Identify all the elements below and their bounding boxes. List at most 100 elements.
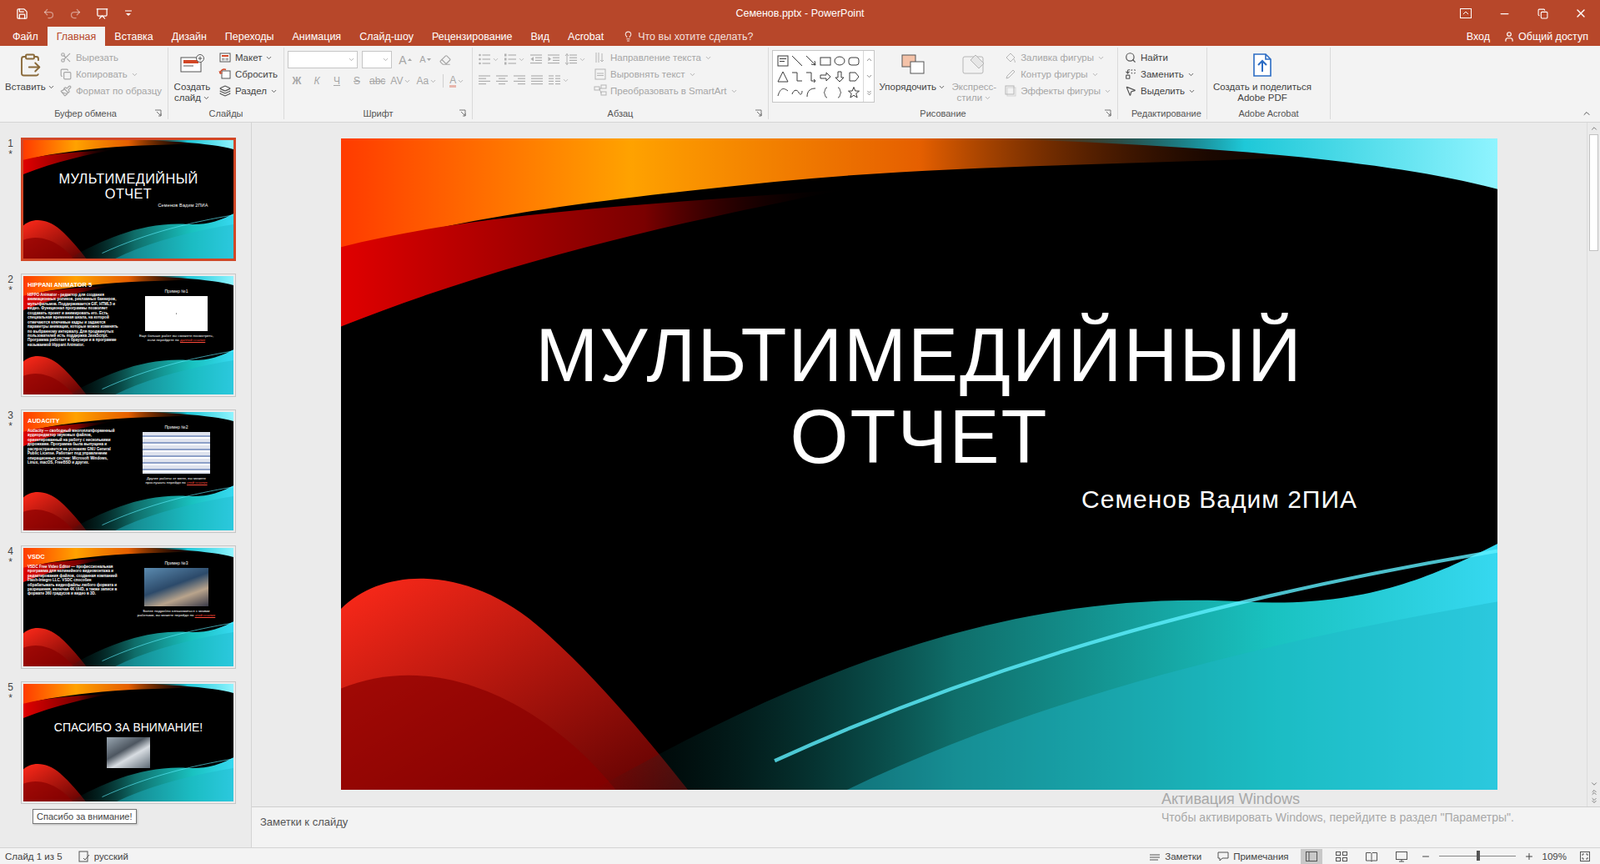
scroll-down-icon[interactable] xyxy=(1589,779,1599,788)
zoom-slider[interactable] xyxy=(1439,855,1516,857)
thumbnail-row[interactable]: 1*МУЛЬТИМЕДИЙНЫЙОТЧЕТСеменов Вадим 2ПИА xyxy=(0,137,251,261)
shape-format-button[interactable]: Эффекты фигуры xyxy=(1001,82,1114,100)
fit-slide-button[interactable] xyxy=(1574,849,1595,863)
zoom-out-icon[interactable] xyxy=(1420,851,1431,862)
view-button[interactable] xyxy=(1330,848,1353,864)
thumbnail-frame[interactable]: VSDCVSDC Free Video Editor — профессиона… xyxy=(20,545,236,669)
dialog-launcher-icon[interactable] xyxy=(1103,109,1112,117)
slide-button[interactable]: Макет xyxy=(215,49,281,66)
gallery-down-icon[interactable] xyxy=(865,72,873,81)
ribbon-display-button[interactable] xyxy=(1446,0,1485,27)
notes-pane[interactable]: Заметки к слайду xyxy=(251,806,1600,848)
slide[interactable]: VSDCVSDC Free Video Editor — профессиона… xyxy=(23,547,234,667)
slide-heading[interactable]: AUDACITY xyxy=(27,416,120,425)
outdent-button[interactable] xyxy=(527,50,545,68)
shape-icon[interactable] xyxy=(790,54,804,68)
format-button[interactable]: Aa xyxy=(414,72,439,90)
shape-icon[interactable] xyxy=(832,70,847,84)
align-left-button[interactable] xyxy=(476,71,493,89)
view-button[interactable] xyxy=(1390,848,1413,864)
previous-slide-icon[interactable] xyxy=(1589,787,1599,797)
slide-link[interactable]: данной ссылке xyxy=(180,337,206,342)
slide-link[interactable]: этой ссылке xyxy=(195,612,216,617)
shape-icon[interactable] xyxy=(804,85,818,100)
shape-icon[interactable] xyxy=(818,85,833,100)
shape-icon[interactable] xyxy=(804,54,818,68)
shape-icon[interactable] xyxy=(776,85,790,100)
slide-button[interactable]: Сбросить xyxy=(215,65,281,83)
columns-button[interactable] xyxy=(546,71,572,89)
slide-button[interactable]: Раздел xyxy=(215,82,281,100)
ribbon-tab[interactable]: Файл xyxy=(3,26,48,46)
share-button[interactable]: Общий доступ xyxy=(1503,30,1589,43)
shape-icon[interactable] xyxy=(847,54,861,68)
editing-button[interactable]: Выделить xyxy=(1121,82,1199,100)
paragraph-button[interactable]: Преобразовать в SmartArt xyxy=(591,82,741,100)
slide-title[interactable]: СПАСИБО ЗА ВНИМАНИЕ! xyxy=(54,720,203,734)
slide-heading[interactable]: VSDC xyxy=(27,552,120,561)
format-button[interactable]: К xyxy=(307,72,327,90)
zoom-thumb[interactable] xyxy=(1476,850,1480,861)
slide-title[interactable]: ОТЧЕТ xyxy=(341,396,1498,478)
clipboard-button[interactable]: Копировать xyxy=(56,65,165,83)
slide-body[interactable]: HIPPO Animator - редактор для создания а… xyxy=(27,292,120,347)
format-button[interactable]: A xyxy=(447,72,467,90)
font-size-field[interactable] xyxy=(361,50,392,69)
start-slideshow-button[interactable] xyxy=(90,2,114,25)
slide-title[interactable]: МУЛЬТИМЕДИЙНЫЙ xyxy=(341,314,1498,397)
undo-button[interactable] xyxy=(36,2,61,25)
restore-button[interactable] xyxy=(1523,0,1562,27)
thumbnail-row[interactable]: 4*VSDCVSDC Free Video Editor — профессио… xyxy=(0,545,251,669)
editing-button[interactable]: Найти xyxy=(1121,49,1199,66)
clear-format-button[interactable] xyxy=(436,51,455,69)
notes-button[interactable]: Заметки xyxy=(1144,849,1205,863)
shrink-font-button[interactable]: A xyxy=(416,51,435,69)
slide-link[interactable]: этой ссылке xyxy=(186,480,208,485)
editing-button[interactable]: Заменить xyxy=(1121,65,1199,83)
indent-button[interactable] xyxy=(545,50,562,68)
slide-title[interactable]: МУЛЬТИМЕДИЙНЫЙ xyxy=(23,171,234,187)
slide-body[interactable]: Audacity — свободный многоплатформенный … xyxy=(27,428,120,466)
format-button[interactable]: AV xyxy=(388,72,413,90)
dialog-launcher-icon[interactable] xyxy=(458,109,467,117)
example-label[interactable]: Пример №2 xyxy=(164,424,188,430)
slide[interactable]: МУЛЬТИМЕДИЙНЫЙОТЧЕТСеменов Вадим 2ПИА xyxy=(23,140,234,259)
paste-button[interactable]: Вставить xyxy=(6,48,54,95)
ribbon-tab[interactable]: Дизайн xyxy=(162,26,216,46)
format-button[interactable]: Ч xyxy=(327,72,347,90)
new-slide-button[interactable]: Создатьслайд xyxy=(171,48,213,106)
close-button[interactable] xyxy=(1561,0,1600,27)
slide-note[interactable]: Еще больше работ вы сможете посмотреть, … xyxy=(136,333,216,342)
scroll-thumb[interactable] xyxy=(1589,134,1599,251)
sign-in-button[interactable]: Вход xyxy=(1466,30,1490,43)
format-button[interactable]: S xyxy=(347,72,367,90)
tell-me-search[interactable]: Что вы хотите сделать? xyxy=(612,26,753,46)
slide-subtitle[interactable]: Семенов Вадим 2ПИА xyxy=(23,202,234,209)
ribbon-tab[interactable]: Вид xyxy=(521,26,559,46)
slide[interactable]: МУЛЬТИМЕДИЙНЫЙОТЧЕТ Семенов Вадим 2ПИА xyxy=(341,138,1498,790)
align-right-button[interactable] xyxy=(511,71,528,89)
ribbon-tab[interactable]: Слайд-шоу xyxy=(350,26,423,46)
shape-icon[interactable] xyxy=(776,54,790,68)
ribbon-tab[interactable]: Acrobat xyxy=(558,26,613,46)
slide-heading[interactable]: HIPPANI ANIMATOR 5 xyxy=(27,280,120,289)
slide-media[interactable] xyxy=(144,567,210,607)
slide[interactable]: AUDACITY Audacity — свободный многоплатфо… xyxy=(23,411,234,531)
slide-subtitle[interactable]: Семенов Вадим 2ПИА xyxy=(341,482,1498,517)
clipboard-button[interactable]: Формат по образцу xyxy=(56,82,165,100)
thumbnail-row[interactable]: 5*СПАСИБО ЗА ВНИМАНИЕ! xyxy=(0,681,251,805)
zoom-percent[interactable]: 109% xyxy=(1542,851,1567,862)
shape-icon[interactable] xyxy=(818,54,833,68)
justify-button[interactable] xyxy=(528,71,546,89)
dialog-launcher-icon[interactable] xyxy=(754,109,763,117)
customize-toolbar-button[interactable] xyxy=(116,2,141,25)
align-center-button[interactable] xyxy=(493,71,511,89)
thumbnail-frame[interactable]: МУЛЬТИМЕДИЙНЫЙОТЧЕТСеменов Вадим 2ПИА xyxy=(20,137,236,261)
quick-styles-button[interactable]: Экспресс-стили xyxy=(950,48,999,106)
arrange-button[interactable]: Упорядочить xyxy=(877,48,948,95)
format-button[interactable]: abc xyxy=(367,72,387,90)
shape-format-button[interactable]: Заливка фигуры xyxy=(1001,49,1114,66)
example-label[interactable]: Пример №3 xyxy=(164,560,188,566)
shape-icon[interactable] xyxy=(832,85,847,100)
slide[interactable]: СПАСИБО ЗА ВНИМАНИЕ! xyxy=(23,683,234,803)
